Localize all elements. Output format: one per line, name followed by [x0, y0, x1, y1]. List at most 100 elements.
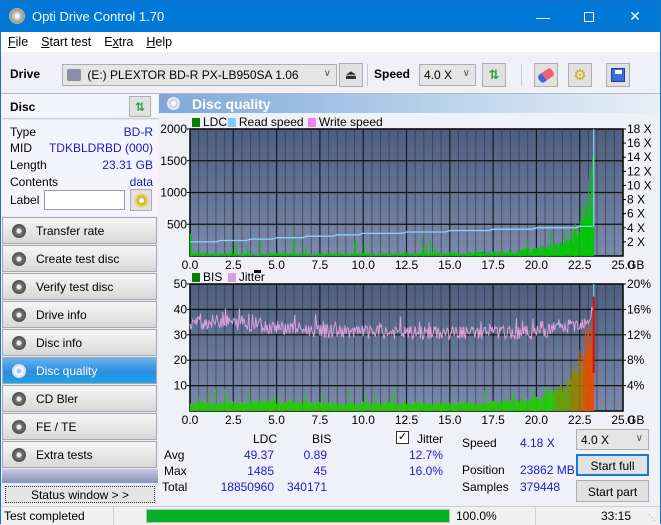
- chart2-bar: [405, 402, 407, 411]
- chart1-bar: [356, 254, 358, 256]
- chart2-bar: [320, 404, 322, 411]
- chart1-bar: [526, 240, 528, 256]
- nav-label: Drive info: [36, 307, 87, 322]
- chart2-ytick-label: 40: [174, 302, 188, 316]
- resize-grip-icon[interactable]: ⋱: [648, 513, 656, 522]
- chart1-bar: [459, 253, 461, 256]
- nav-disc-info[interactable]: Disc info: [2, 329, 157, 356]
- chart1-xtick-label: 7.5: [312, 258, 329, 272]
- disc-panel-header: Disc ⇅: [2, 94, 158, 119]
- save-button[interactable]: [606, 63, 630, 87]
- chart2-bar: [331, 402, 333, 411]
- start-part-button[interactable]: Start part: [576, 480, 649, 502]
- chart1-bar: [457, 253, 459, 256]
- nav-cd-bler[interactable]: CD Bler: [2, 385, 157, 412]
- chart2-bar: [261, 401, 263, 411]
- chart1-bar: [337, 254, 339, 256]
- chart1-bar: [335, 253, 337, 256]
- chart2-bar: [458, 401, 460, 411]
- chart2-bar: [323, 391, 325, 411]
- chart2-bar: [467, 404, 469, 411]
- chart1-bar: [540, 251, 542, 256]
- chart1-bar: [582, 222, 584, 256]
- nav-disc-quality[interactable]: Disc quality: [2, 357, 157, 384]
- chart2-bar: [345, 403, 347, 411]
- label-input[interactable]: [44, 190, 125, 210]
- disc-quality-icon: [167, 97, 180, 110]
- chart2-bar: [585, 355, 587, 411]
- chart2-bar: [434, 403, 436, 411]
- stats-col-bis: BIS: [312, 432, 332, 446]
- chart1-bar: [211, 254, 213, 256]
- menu-extra[interactable]: Extra: [97, 32, 139, 52]
- chart1-bar: [423, 245, 425, 256]
- eject-button[interactable]: ⏏: [339, 63, 363, 87]
- chart2-bar: [461, 405, 463, 411]
- chart1-bar: [230, 253, 232, 256]
- jitter-checkbox[interactable]: ✓: [396, 431, 409, 444]
- minimize-button[interactable]: —: [520, 1, 566, 32]
- menu-help[interactable]: Help: [139, 32, 178, 52]
- chart1-bar: [321, 253, 324, 256]
- chart1-bar: [311, 253, 313, 256]
- chart1-ytick-label: 1500: [160, 154, 187, 168]
- chart1-bar: [245, 253, 247, 256]
- chart1-bar: [306, 253, 308, 256]
- chart1-bar: [430, 240, 432, 256]
- chart1-bar: [313, 254, 315, 256]
- nav-create-test-disc[interactable]: Create test disc: [2, 245, 157, 272]
- chart2-bar: [237, 403, 239, 411]
- stats-row-label: Max: [164, 464, 187, 478]
- menu-file[interactable]: File: [1, 32, 34, 52]
- chart1-bar: [366, 253, 368, 256]
- chart2-bar: [462, 402, 464, 411]
- nav-label: Disc quality: [36, 363, 98, 378]
- maximize-button[interactable]: [566, 1, 612, 32]
- chart1-bar: [330, 253, 332, 256]
- chart2-bar: [411, 404, 413, 411]
- total-bis: 340171: [286, 480, 327, 494]
- close-button[interactable]: ✕: [612, 1, 658, 32]
- drive-select[interactable]: (E:) PLEXTOR BD-R PX-LB950SA 1.06 ∨: [62, 64, 337, 86]
- chart1-bar: [404, 252, 406, 256]
- chart2-bar: [490, 401, 492, 411]
- erase-button[interactable]: [534, 63, 558, 87]
- chart2-bar: [416, 401, 418, 411]
- menu-start-test[interactable]: Start test: [34, 32, 97, 52]
- chart1-y2tick-label: 6 X: [627, 207, 645, 221]
- chart2-bar: [554, 389, 556, 411]
- chart2-bar: [394, 404, 396, 411]
- chart2-bar: [359, 404, 361, 411]
- chart1-bar: [509, 250, 511, 256]
- chart2-bar: [290, 399, 292, 411]
- nav-extra-tests[interactable]: Extra tests: [2, 441, 157, 468]
- speed-select[interactable]: 4.0 X ∨: [419, 64, 476, 86]
- chart1-bar: [192, 252, 194, 256]
- settings-button[interactable]: ⚙: [568, 63, 592, 87]
- refresh-button[interactable]: ⇅: [482, 63, 506, 87]
- chart1-bar: [498, 253, 500, 256]
- test-speed-select[interactable]: 4.0 X ∨: [576, 429, 649, 450]
- chart2-bar: [538, 397, 540, 411]
- chart2-ytick-label: 10: [174, 379, 188, 393]
- disc-row-mid: MID TDKBLDRBD (000): [10, 141, 153, 157]
- chart1-bar: [522, 249, 524, 256]
- drive-select-value: (E:) PLEXTOR BD-R PX-LB950SA 1.06: [87, 68, 299, 82]
- chart1-bar: [291, 254, 293, 256]
- chart1-bar: [503, 252, 505, 256]
- chart2-bar: [445, 403, 447, 411]
- chart1-bar: [545, 247, 547, 256]
- chart1-bar: [518, 252, 520, 256]
- disc-refresh-button[interactable]: ⇅: [129, 96, 151, 117]
- nav-fe-te[interactable]: FE / TE: [2, 413, 157, 440]
- status-window-button[interactable]: Status window > >: [5, 486, 155, 503]
- start-full-button[interactable]: Start full: [576, 454, 649, 476]
- label-apply-button[interactable]: [130, 189, 152, 211]
- chart1-bar: [273, 253, 275, 256]
- nav-transfer-rate[interactable]: Transfer rate: [2, 217, 157, 244]
- nav-drive-info[interactable]: Drive info: [2, 301, 157, 328]
- chart1-bar: [523, 249, 525, 256]
- chart1-bar: [440, 253, 442, 256]
- chart2-bar: [496, 402, 498, 411]
- nav-verify-test-disc[interactable]: Verify test disc: [2, 273, 157, 300]
